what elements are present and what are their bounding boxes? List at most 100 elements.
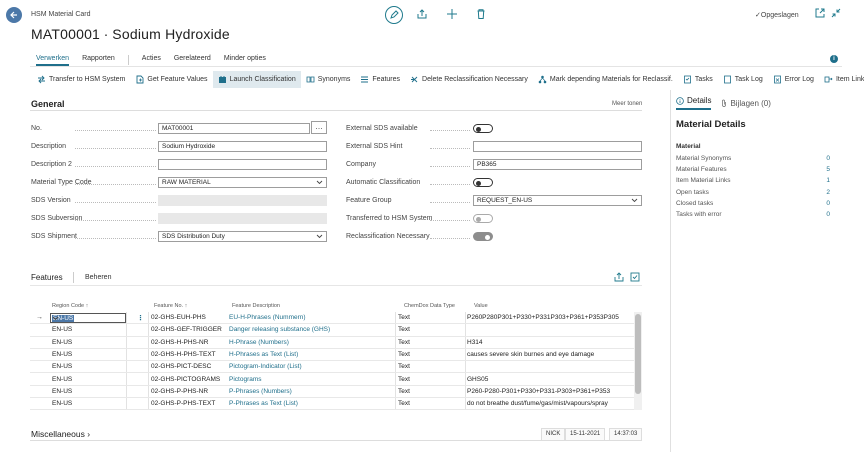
leader-dots — [75, 220, 156, 221]
open-new-window-button[interactable] — [815, 8, 829, 22]
share-icon — [614, 272, 624, 282]
no-field[interactable]: MAT00001 — [158, 123, 310, 134]
leader-dots — [430, 202, 470, 203]
edit-button[interactable] — [385, 6, 403, 24]
reclassification-necessary-toggle[interactable] — [473, 232, 493, 241]
factbox-count-link[interactable]: 0 — [826, 200, 830, 207]
action-synonyms[interactable]: Synonyms — [301, 71, 356, 88]
leader-dots — [75, 238, 156, 239]
action-transfer-to-hsm-system[interactable]: Transfer to HSM System — [32, 71, 130, 88]
arrow-left-icon — [10, 11, 17, 19]
info-icon[interactable]: i — [830, 55, 838, 63]
table-row[interactable]: EN-US 02-GHS-P-PHS-TEXT P-Phrases as Text … — [30, 398, 634, 410]
chevron-down-icon[interactable] — [631, 198, 638, 203]
row-menu-icon[interactable]: ⋮ — [137, 314, 144, 322]
factbox-row-closed-tasks: Closed tasks 0 — [676, 199, 830, 207]
new-button[interactable] — [446, 8, 460, 22]
factbox-count-link[interactable]: 2 — [826, 189, 830, 196]
scrollbar-thumb[interactable] — [635, 314, 641, 394]
feature-description-link[interactable]: Danger releasing substance (GHS) — [229, 326, 330, 333]
open-in-excel-button[interactable] — [630, 272, 640, 282]
tab-gerelateerd[interactable]: Gerelateerd — [174, 55, 211, 66]
tab-attachments[interactable]: Bijlagen (0) — [721, 96, 771, 110]
column-header-value[interactable]: Value — [474, 303, 488, 309]
tab-rapporten[interactable]: Rapporten — [82, 55, 115, 66]
column-header-feature-no[interactable]: Feature No. ↑ — [154, 303, 187, 309]
table-row[interactable]: → EN-US ⋮ 02-GHS-EUH-PHS EU-H-Phrases (Numme… — [30, 312, 634, 325]
action-tasks[interactable]: Tasks — [678, 71, 718, 88]
table-row[interactable]: EN-US 02-GHS-H-PHS-TEXT H-Phrases as Text … — [30, 349, 634, 362]
grid-scrollbar[interactable] — [634, 312, 642, 410]
action-delete-reclassification-necessary[interactable]: Delete Reclassification Necessary — [405, 71, 533, 88]
region-code-input[interactable]: EN-US — [50, 313, 126, 323]
table-row[interactable]: EN-US 02-GHS-GEF-TRIGGER Danger releasing … — [30, 324, 634, 337]
description-2-field[interactable] — [158, 159, 327, 170]
feature-description-link[interactable]: H-Phrases as Text (List) — [229, 351, 298, 358]
divider — [30, 66, 842, 67]
region-code-cell: EN-US — [52, 350, 73, 358]
tab-minder-opties[interactable]: Minder opties — [224, 55, 266, 66]
column-header-feature-description[interactable]: Feature Description — [232, 303, 280, 309]
delete-button[interactable] — [475, 8, 489, 22]
feature-group-field[interactable]: REQUEST_EN-US — [473, 195, 642, 206]
column-header-data-type[interactable]: ChemDox Data Type — [404, 303, 455, 309]
feature-description-link[interactable]: H-Phrase (Numbers) — [229, 339, 289, 346]
last-modified-user: NICK — [541, 428, 566, 441]
share-button[interactable] — [416, 8, 430, 22]
feature-description-link[interactable]: EU-H-Phrases (Nummern) — [229, 314, 306, 321]
factbox-row-item-material-links: Item Material Links 1 — [676, 177, 830, 185]
factbox-count-link[interactable]: 5 — [826, 166, 830, 173]
company-label: Company — [346, 161, 376, 168]
collapse-button[interactable] — [831, 8, 845, 22]
feature-description-link[interactable]: Pictogram-Indicator (List) — [229, 363, 302, 370]
share-button[interactable] — [614, 272, 624, 282]
table-row[interactable]: EN-US 02-GHS-P-PHS-NR P-Phrases (Numbers) T… — [30, 386, 634, 399]
feature-description-link[interactable]: Pictograms — [229, 376, 262, 383]
chevron-down-icon[interactable] — [52, 316, 123, 321]
factbox-count-link[interactable]: 1 — [826, 177, 830, 184]
tab-verwerken[interactable]: Verwerken — [36, 55, 70, 66]
transfer-icon — [37, 75, 49, 84]
external-sds-available-toggle[interactable] — [473, 124, 493, 133]
action-get-feature-values[interactable]: Get Feature Values — [130, 71, 212, 88]
column-header-region[interactable]: Region Code ↑ — [52, 303, 88, 309]
action-tabs: Verwerken Rapporten Acties Gerelateerd M… — [36, 55, 266, 66]
action-features[interactable]: Features — [355, 71, 405, 88]
feature-description-link[interactable]: P-Phrases (Numbers) — [229, 388, 292, 395]
assist-edit-button[interactable]: … — [311, 121, 327, 134]
tab-acties[interactable]: Acties — [142, 55, 161, 66]
manage-button[interactable]: Beheren — [85, 274, 111, 281]
sds-version-field — [158, 195, 327, 206]
show-more-link[interactable]: Meer tonen — [612, 101, 642, 107]
action-error-log[interactable]: Error Log — [768, 71, 819, 88]
value-cell: H314 — [467, 338, 483, 346]
company-field[interactable]: PB365 — [473, 159, 642, 170]
value-cell: P260P280P301+P330+P331P303+P361+P353P305 — [467, 314, 619, 321]
factbox-count-link[interactable]: 0 — [826, 211, 830, 218]
action-mark-depending-materials-for-reclassif[interactable]: Mark depending Materials for Reclassif. — [533, 71, 678, 88]
expand-icon — [630, 272, 640, 282]
table-row[interactable]: EN-US 02-GHS-H-PHS-NR H-Phrase (Numbers) Te… — [30, 337, 634, 349]
tab-details[interactable]: Details — [676, 96, 712, 110]
feature-description-link[interactable]: P-Phrases as Text (List) — [229, 400, 298, 407]
action-item-link[interactable]: Item Link — [819, 71, 864, 88]
description-field[interactable]: Sodium Hydroxide — [158, 141, 327, 152]
miscellaneous-section-title[interactable]: Miscellaneous › — [31, 429, 90, 439]
transferred-to-hsm-system-toggle[interactable] — [473, 214, 493, 223]
material-type-code-field[interactable]: RAW MATERIAL — [158, 177, 327, 188]
table-row[interactable]: EN-US 02-GHS-PICT-DESC Pictogram-Indicator… — [30, 361, 634, 374]
value-cell: P260-P280-P301+P330+P331-P303+P361+P353 — [467, 387, 611, 395]
leader-dots — [430, 130, 470, 131]
chevron-down-icon[interactable] — [316, 234, 323, 239]
sds-shipment-field[interactable]: SDS Distribution Duty — [158, 231, 327, 242]
back-button[interactable] — [6, 7, 22, 23]
action-launch-classification[interactable]: Launch Classification — [212, 71, 301, 88]
chevron-down-icon[interactable] — [316, 180, 323, 185]
last-modified-time: 14:37:03 — [609, 428, 643, 441]
action-task-log[interactable]: Task Log — [718, 71, 768, 88]
external-sds-hint-field[interactable] — [473, 141, 642, 152]
feature-no-cell: 02-GHS-P-PHS-TEXT — [151, 400, 216, 408]
table-row[interactable]: EN-US 02-GHS-PICTOGRAMS Pictograms Text GHS0… — [30, 374, 634, 386]
factbox-count-link[interactable]: 0 — [826, 155, 830, 162]
automatic-classification-toggle[interactable] — [473, 178, 493, 187]
